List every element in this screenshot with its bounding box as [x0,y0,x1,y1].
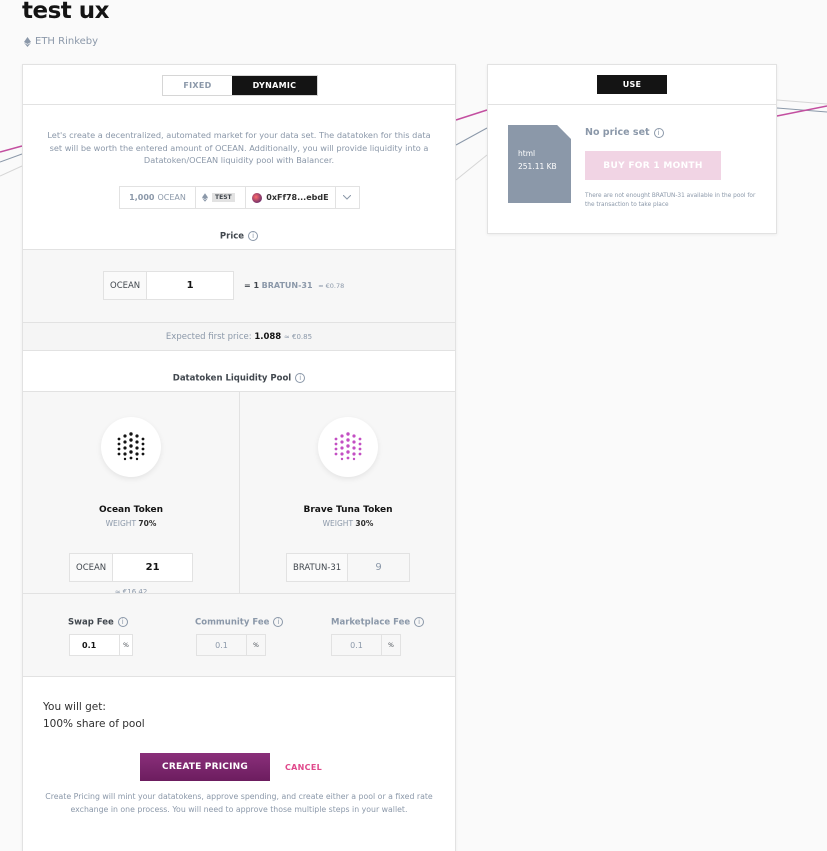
swap-fee-field: 0.1 % [69,634,133,656]
file-icon: html 251.11 KB [508,125,571,203]
wallet-summary: 1,000 OCEAN TEST 0xFf78...ebdE [119,186,360,209]
ocean-weight-value: 70% [138,519,157,528]
pool-share-summary: You will get: 100% share of pool [43,699,145,733]
community-fee-field: 0.1 % [196,634,266,656]
expected-price-fiat: ≈ €0.85 [283,333,313,341]
price-conversion: = 1 BRATUN-31 ≈ €0.78 [244,281,344,290]
community-fee-label: Community Fee i [195,617,284,628]
marketplace-fee-field: 0.1 % [331,634,401,656]
pricing-type-tabs: FIXED DYNAMIC [162,75,318,96]
ocean-balance: 1,000 [129,193,155,202]
datatoken-name: Brave Tuna Token [303,505,393,515]
price-fiat: ≈ €0.78 [318,282,345,290]
chevron-down-icon[interactable] [336,187,359,208]
price-label: Price [219,231,245,242]
info-icon[interactable]: i [273,617,284,627]
pool-section: Ocean Token WEIGHT 70% OCEAN 21 ≈ €16.42 [23,391,456,596]
pricing-card: FIXED DYNAMIC Let's create a decentraliz… [22,64,456,851]
datatoken-logo-icon [334,432,362,461]
use-panel: USE html 251.11 KB No price set i BUY FOR… [487,64,777,234]
datatoken-column: Brave Tuna Token WEIGHT 30% BRATUN-31 9 [240,417,456,582]
expected-price-bar: Expected first price: 1.088 ≈ €0.85 [23,322,455,351]
datatoken-logo [318,417,378,477]
fees-section: Swap Fee i 0.1 % Community Fee i 0.1 % Mar… [23,593,455,677]
pool-label: Datatoken Liquidity Pool [172,373,292,384]
account-address: 0xFf78...ebdE [266,193,329,202]
ocean-token-column: Ocean Token WEIGHT 70% OCEAN 21 ≈ €16.42 [23,417,239,596]
ocean-amount-input[interactable]: 21 [113,554,192,581]
datatoken-amount-group: BRATUN-31 9 [286,553,410,582]
create-pricing-button[interactable]: CREATE PRICING [140,753,270,781]
price-input-group: OCEAN 1 [103,271,234,300]
divider [488,104,776,105]
account-button[interactable]: 0xFf78...ebdE [246,187,336,208]
ocean-amount-group: OCEAN 21 [69,553,193,582]
marketplace-fee-label: Marketplace Fee i [331,617,425,628]
pool-heading: Datatoken Liquidity Pool i [23,373,455,384]
tab-use[interactable]: USE [597,75,667,94]
swap-fee-label: Swap Fee i [68,617,128,628]
info-icon[interactable]: i [117,617,128,627]
network-name: ETH Rinkeby [35,36,99,47]
ocean-currency: OCEAN [157,193,186,202]
pool-share-value: 100% share of pool [43,718,145,730]
info-icon[interactable]: i [248,231,259,241]
datatoken-weight-value: 30% [355,519,374,528]
ethereum-icon [202,193,209,202]
page-title: test ux [22,0,110,24]
tab-fixed[interactable]: FIXED [163,76,232,95]
community-fee-input: 0.1 [197,635,247,655]
ocean-token-logo [101,417,161,477]
datatoken-amount-input: 9 [375,562,382,573]
file-type: html [518,149,536,158]
marketplace-fee-input: 0.1 [332,635,382,655]
datatoken-weight: WEIGHT 30% [322,519,374,528]
tab-dynamic[interactable]: DYNAMIC [232,76,317,95]
expected-price-label: Expected first price: [165,332,252,342]
price-status: No price set i [585,127,664,138]
info-icon[interactable]: i [414,617,425,627]
ocean-token-name: Ocean Token [98,505,164,515]
info-icon[interactable]: i [295,373,306,383]
network-label: ETH Rinkeby [24,36,98,47]
ocean-prefix: OCEAN [70,554,114,581]
price-heading: Price i [23,231,455,242]
buy-button[interactable]: BUY FOR 1 MONTH [585,151,721,180]
price-input[interactable]: 1 [147,272,233,299]
intro-text: Let's create a decentralized, automated … [47,130,431,165]
test-network-badge: TEST [212,193,235,202]
divider [23,104,455,105]
price-section: OCEAN 1 = 1 BRATUN-31 ≈ €0.78 [23,249,455,322]
token-symbol: BRATUN-31 [261,281,313,290]
create-pricing-note: Create Pricing will mint your datatokens… [45,792,433,814]
ethereum-icon [24,36,31,47]
account-avatar [252,192,263,203]
liquidity-warning: There are not enought BRATUN-31 availabl… [585,193,756,208]
datatoken-prefix: BRATUN-31 [287,554,349,581]
expected-price-value: 1.088 [254,332,282,342]
price-currency-prefix: OCEAN [104,272,148,299]
info-icon[interactable]: i [653,127,664,138]
ocean-logo-icon [117,432,145,461]
network-badge: TEST [196,187,247,208]
no-price-label: No price set [585,127,650,138]
swap-fee-input[interactable]: 0.1 [70,635,120,655]
token-equals: = 1 [244,281,260,290]
cancel-button[interactable]: CANCEL [285,753,322,781]
file-size: 251.11 KB [518,162,557,171]
you-get-label: You will get: [43,701,106,713]
ocean-weight: WEIGHT 70% [105,519,157,528]
